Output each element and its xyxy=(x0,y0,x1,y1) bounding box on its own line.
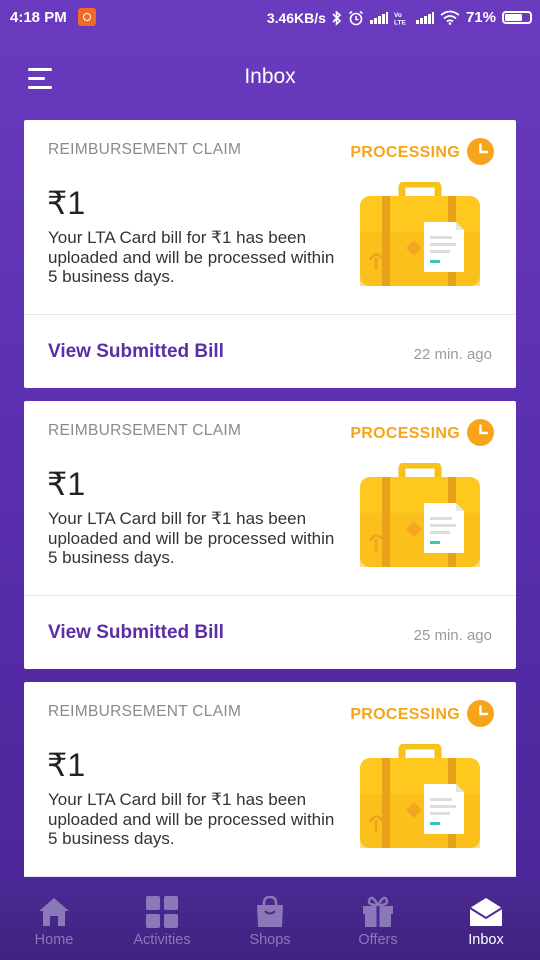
wifi-icon xyxy=(440,10,460,25)
status-badge: PROCESSING xyxy=(350,144,460,161)
inbox-card[interactable]: REIMBURSEMENT CLAIM PROCESSING ₹1 Your L… xyxy=(24,120,516,388)
nav-item-offers[interactable]: Offers xyxy=(324,882,432,960)
inbox-list[interactable]: REIMBURSEMENT CLAIM PROCESSING ₹1 Your L… xyxy=(24,120,516,882)
nav-item-shops[interactable]: Shops xyxy=(216,882,324,960)
nav-label-offers: Offers xyxy=(358,932,398,948)
nav-label-home: Home xyxy=(34,932,74,948)
view-submitted-bill-link[interactable]: View Submitted Bill xyxy=(48,622,224,644)
card-category: REIMBURSEMENT CLAIM xyxy=(48,141,242,158)
card-body[interactable]: REIMBURSEMENT CLAIM PROCESSING ₹1 Your L… xyxy=(24,401,516,596)
card-footer: View Submitted Bill 25 min. ago xyxy=(24,596,516,669)
suitcase-illustration-icon xyxy=(360,744,480,848)
timestamp: 22 min. ago xyxy=(413,346,492,363)
clock-icon xyxy=(467,138,494,165)
home-icon xyxy=(39,898,69,926)
nav-item-activities[interactable]: Activities xyxy=(108,882,216,960)
svg-text:Vo: Vo xyxy=(394,12,402,19)
nav-label-inbox: Inbox xyxy=(468,932,504,948)
card-description: Your LTA Card bill for ₹1 has been uploa… xyxy=(48,509,335,567)
status-badge: PROCESSING xyxy=(350,425,460,442)
battery-percent: 71% xyxy=(465,9,496,26)
card-footer: View Submitted Bill 22 min. ago xyxy=(24,315,516,388)
status-badge: PROCESSING xyxy=(350,706,460,723)
card-category: REIMBURSEMENT CLAIM xyxy=(48,703,242,720)
alarm-icon xyxy=(348,10,363,25)
grid-icon xyxy=(146,896,178,928)
nav-item-inbox[interactable]: Inbox xyxy=(432,882,540,960)
shopping-bag-icon xyxy=(257,896,283,927)
timestamp: 25 min. ago xyxy=(413,627,492,644)
status-icons: 3.46KB/s Vo LTE 71% xyxy=(267,9,532,26)
view-submitted-bill-link[interactable]: View Submitted Bill xyxy=(48,341,224,363)
bottom-nav: Home Activities Shops Offers Inbox xyxy=(0,882,540,960)
status-bar: 4:18 PM 3.46KB/s Vo LTE 71% xyxy=(0,0,540,36)
clock-icon xyxy=(467,700,494,727)
network-speed: 3.46KB/s xyxy=(266,9,326,26)
svg-text:LTE: LTE xyxy=(394,19,406,25)
nav-label-shops: Shops xyxy=(249,932,291,948)
card-description: Your LTA Card bill for ₹1 has been uploa… xyxy=(48,228,335,286)
clock-icon xyxy=(467,419,494,446)
inbox-card[interactable]: REIMBURSEMENT CLAIM PROCESSING ₹1 Your L… xyxy=(24,682,516,877)
amount: ₹1 xyxy=(47,747,86,783)
mi-notification-icon xyxy=(78,8,96,26)
card-description: Your LTA Card bill for ₹1 has been uploa… xyxy=(48,790,335,848)
gift-icon xyxy=(363,896,393,927)
envelope-icon xyxy=(469,898,503,926)
suitcase-illustration-icon xyxy=(360,463,480,567)
volte-icon: VoLTE xyxy=(394,12,406,25)
card-category: REIMBURSEMENT CLAIM xyxy=(48,422,242,439)
signal-icon-2 xyxy=(415,11,434,24)
nav-label-activities: Activities xyxy=(133,932,191,948)
nav-item-home[interactable]: Home xyxy=(0,882,108,960)
battery-icon xyxy=(502,11,532,24)
card-body[interactable]: REIMBURSEMENT CLAIM PROCESSING ₹1 Your L… xyxy=(24,120,516,315)
inbox-card[interactable]: REIMBURSEMENT CLAIM PROCESSING ₹1 Your L… xyxy=(24,401,516,669)
bluetooth-icon xyxy=(332,9,342,26)
app-header: Inbox xyxy=(0,36,540,120)
card-body[interactable]: REIMBURSEMENT CLAIM PROCESSING ₹1 Your L… xyxy=(24,682,516,877)
amount: ₹1 xyxy=(47,185,86,221)
signal-icon xyxy=(369,11,388,24)
suitcase-illustration-icon xyxy=(360,182,480,286)
status-time: 4:18 PM xyxy=(10,9,67,26)
amount: ₹1 xyxy=(47,466,86,502)
page-title: Inbox xyxy=(244,65,296,88)
